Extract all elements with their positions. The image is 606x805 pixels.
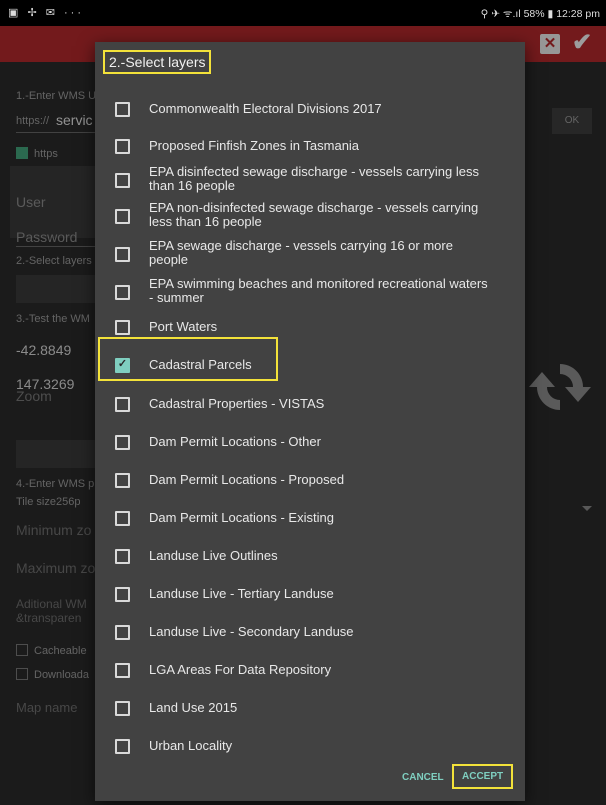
layer-checkbox[interactable]: [115, 662, 130, 678]
layer-checkbox[interactable]: [115, 738, 130, 754]
status-bar: ▣ ✢ ✉ ··· ⚲ ✈ ᯤ.ıl 58% ▮ 12:28 pm: [0, 0, 606, 26]
layer-label: EPA swimming beaches and monitored recre…: [149, 276, 488, 305]
selected-layer-highlight: [98, 337, 278, 381]
layer-item[interactable]: Proposed Finfish Zones in Tasmania: [95, 137, 525, 155]
layer-checkbox[interactable]: [115, 101, 130, 117]
layer-item[interactable]: EPA disinfected sewage discharge - vesse…: [95, 164, 525, 196]
layer-label: Dam Permit Locations - Existing: [149, 510, 334, 525]
layer-label: Landuse Live Outlines: [149, 548, 278, 563]
status-right-info: ⚲ ✈ ᯤ.ıl 58% ▮ 12:28 pm: [480, 8, 600, 20]
layer-item[interactable]: Dam Permit Locations - Proposed: [95, 471, 525, 489]
layer-item[interactable]: Landuse Live Outlines: [95, 547, 525, 565]
layer-checkbox[interactable]: [115, 624, 130, 640]
layer-checkbox[interactable]: [115, 284, 130, 300]
layer-checkbox[interactable]: [115, 472, 130, 488]
layer-checkbox[interactable]: [115, 700, 130, 716]
layer-item[interactable]: LGA Areas For Data Repository: [95, 661, 525, 679]
layer-label: Dam Permit Locations - Proposed: [149, 472, 345, 487]
layer-label: EPA disinfected sewage discharge - vesse…: [149, 164, 479, 193]
layer-checkbox[interactable]: [115, 208, 130, 224]
layer-item[interactable]: Commonwealth Electoral Divisions 2017: [95, 100, 525, 118]
layer-item[interactable]: Landuse Live - Tertiary Landuse: [95, 585, 525, 603]
layer-item[interactable]: EPA non-disinfected sewage discharge - v…: [95, 200, 525, 232]
layer-item[interactable]: Land Use 2015: [95, 699, 525, 717]
layer-checkbox[interactable]: [115, 138, 130, 154]
layer-item[interactable]: Port Waters: [95, 318, 525, 336]
layer-checkbox[interactable]: [115, 172, 130, 188]
dialog-title: 2.-Select layers: [103, 50, 212, 74]
layer-checkbox[interactable]: [115, 319, 130, 335]
layer-label: Land Use 2015: [149, 700, 238, 715]
layer-label: Dam Permit Locations - Other: [149, 434, 321, 449]
layer-item[interactable]: EPA sewage discharge - vessels carrying …: [95, 238, 525, 270]
layer-item[interactable]: Dam Permit Locations - Other: [95, 433, 525, 451]
layer-label: LGA Areas For Data Repository: [149, 662, 332, 677]
layer-item[interactable]: Landuse Live - Secondary Landuse: [95, 623, 525, 641]
layer-checkbox[interactable]: [115, 510, 130, 526]
layer-item[interactable]: EPA swimming beaches and monitored recre…: [95, 276, 525, 308]
layer-label: Landuse Live - Secondary Landuse: [149, 624, 354, 639]
select-layers-dialog: 2.-Select layers Commonwealth Electoral …: [95, 42, 525, 801]
cancel-button[interactable]: CANCEL: [402, 772, 444, 783]
layer-item[interactable]: Dam Permit Locations - Existing: [95, 509, 525, 527]
layer-item[interactable]: Urban Locality: [95, 737, 525, 755]
accept-button[interactable]: ACCEPT: [452, 764, 514, 789]
status-left-icons: ▣ ✢ ✉ ···: [8, 7, 84, 19]
layer-label: EPA non-disinfected sewage discharge - v…: [149, 200, 479, 229]
layer-label: Commonwealth Electoral Divisions 2017: [149, 101, 382, 116]
layer-checkbox[interactable]: [115, 434, 130, 450]
layer-checkbox[interactable]: [115, 586, 130, 602]
layer-label: Proposed Finfish Zones in Tasmania: [149, 138, 360, 153]
layer-checkbox[interactable]: [115, 548, 130, 564]
layer-label: Cadastral Properties - VISTAS: [149, 396, 325, 411]
layer-label: Landuse Live - Tertiary Landuse: [149, 586, 334, 601]
layer-label: Urban Locality: [149, 738, 233, 753]
layer-item[interactable]: Cadastral Properties - VISTAS: [95, 395, 525, 413]
layer-label: EPA sewage discharge - vessels carrying …: [149, 238, 453, 267]
layer-checkbox[interactable]: [115, 246, 130, 262]
dialog-actions: CANCEL ACCEPT: [95, 758, 525, 798]
layer-checkbox[interactable]: [115, 396, 130, 412]
layer-label: Port Waters: [149, 319, 218, 334]
